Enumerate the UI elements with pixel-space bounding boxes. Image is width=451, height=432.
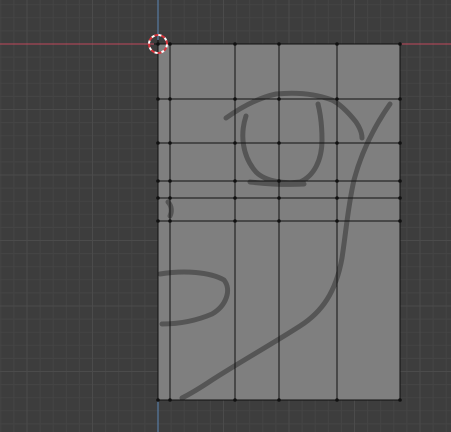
mesh-vertex[interactable] — [233, 179, 237, 183]
mesh-plane[interactable] — [156, 42, 402, 402]
mesh-vertex[interactable] — [335, 219, 339, 223]
mesh-vertex[interactable] — [335, 179, 339, 183]
mesh-vertex[interactable] — [168, 398, 172, 402]
mesh-vertex[interactable] — [335, 398, 339, 402]
mesh-vertex[interactable] — [168, 42, 172, 46]
mesh-vertex[interactable] — [335, 141, 339, 145]
mesh-vertex[interactable] — [156, 141, 160, 145]
mesh-vertex[interactable] — [156, 196, 160, 200]
mesh-vertex[interactable] — [277, 42, 281, 46]
mesh-vertex[interactable] — [398, 97, 402, 101]
mesh-vertex[interactable] — [233, 219, 237, 223]
mesh-vertex[interactable] — [233, 398, 237, 402]
mesh-vertex[interactable] — [233, 196, 237, 200]
mesh-vertex[interactable] — [335, 42, 339, 46]
mesh-vertex[interactable] — [277, 398, 281, 402]
mesh-vertex[interactable] — [168, 141, 172, 145]
mesh-vertex[interactable] — [156, 398, 160, 402]
mesh-vertex[interactable] — [277, 141, 281, 145]
mesh-vertex[interactable] — [168, 97, 172, 101]
3d-viewport[interactable] — [0, 0, 451, 432]
mesh-vertex[interactable] — [277, 219, 281, 223]
mesh-vertex[interactable] — [398, 42, 402, 46]
mesh-vertex[interactable] — [398, 179, 402, 183]
mesh-vertex[interactable] — [335, 196, 339, 200]
mesh-vertex[interactable] — [277, 97, 281, 101]
mesh-vertex[interactable] — [156, 97, 160, 101]
mesh-vertex[interactable] — [233, 97, 237, 101]
viewport-canvas[interactable] — [0, 0, 451, 432]
mesh-vertex[interactable] — [168, 179, 172, 183]
mesh-vertex[interactable] — [398, 219, 402, 223]
mesh-vertex[interactable] — [398, 196, 402, 200]
mesh-vertex[interactable] — [233, 141, 237, 145]
mesh-vertex[interactable] — [335, 97, 339, 101]
mesh-vertex[interactable] — [398, 398, 402, 402]
mesh-vertex[interactable] — [398, 141, 402, 145]
mesh-vertex[interactable] — [277, 179, 281, 183]
mesh-vertex[interactable] — [156, 219, 160, 223]
mesh-vertex[interactable] — [168, 219, 172, 223]
mesh-vertex[interactable] — [233, 42, 237, 46]
mesh-vertex[interactable] — [156, 179, 160, 183]
drawing-stroke-face — [247, 179, 307, 187]
mesh-vertex[interactable] — [168, 196, 172, 200]
mesh-vertex[interactable] — [277, 196, 281, 200]
